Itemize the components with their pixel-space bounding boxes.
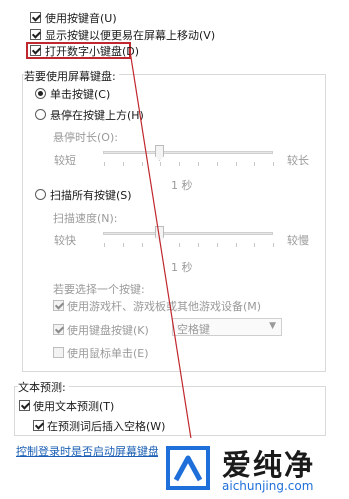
slider-tick [254,243,256,247]
key-sound-label: 使用按键音(U) [45,12,117,25]
hover-short-label: 较短 [54,154,76,167]
slider-tick [141,162,143,166]
slider-tick [179,243,181,247]
slider-tick [179,162,181,166]
slider-tick [273,243,275,247]
scan-speed-label: 扫描速度(N): [53,212,118,225]
hover-duration-slider[interactable] [103,151,273,154]
typing-mode-header: 若要使用屏幕键盘: [24,68,119,84]
slider-tick [160,162,162,166]
scan-keys-label: 扫描所有按键(S) [50,189,132,202]
slider-tick [160,243,162,247]
move-keys-label: 显示按键以便更易在屏幕上移动(V) [45,29,216,42]
select-key-label: 若要选择一个按键: [53,283,145,296]
insert-space-checkbox[interactable] [33,420,44,431]
slider-tick [122,243,124,247]
insert-space-label: 在预测词后插入空格(W) [47,420,166,433]
slider-tick [104,243,105,247]
hover-duration-label: 悬停时长(O): [53,131,118,144]
use-prediction-label: 使用文本预测(T) [33,400,115,413]
slider-tick [216,243,218,247]
keyboard-key-checkbox[interactable] [53,324,64,335]
slider-tick [235,162,237,166]
scan-fast-label: 较快 [54,234,76,247]
slider-tick [141,243,143,247]
mouse-click-label: 使用鼠标单击(E) [67,347,149,360]
slider-tick [254,162,256,166]
hover-value-label: 1 秒 [171,179,193,192]
brand-logo-icon [166,446,210,490]
joystick-checkbox[interactable] [53,300,64,311]
scan-speed-slider[interactable] [103,232,273,235]
watermark-brand: 爱纯净 [222,448,316,482]
slider-tick [216,162,218,166]
scan-value-label: 1 秒 [171,261,193,274]
login-startup-link[interactable]: 控制登录时是否启动屏幕键盘 [16,443,159,459]
joystick-label: 使用游戏杆、游戏板或其他游戏设备(M) [67,300,262,313]
scan-slow-label: 较慢 [287,234,309,247]
keyboard-key-select-value: 空格键 [177,323,210,336]
numpad-label: 打开数字小键盘(D) [45,45,140,58]
chevron-down-icon: ▼ [269,321,276,331]
slider-tick [104,162,105,166]
watermark-logo: 爱纯净 aichunjing.com [158,438,349,499]
watermark-url: aichunjing.com [222,479,314,493]
move-keys-checkbox[interactable] [30,29,41,40]
hover-keys-radio[interactable] [35,109,46,120]
keyboard-key-select[interactable]: 空格键 ▼ [172,318,282,336]
click-keys-label: 单击按键(C) [50,88,111,101]
use-prediction-checkbox[interactable] [19,400,30,411]
slider-tick [273,162,275,166]
keyboard-key-label: 使用键盘按键(K) [67,324,149,337]
key-sound-checkbox[interactable] [30,12,41,23]
text-prediction-header: 文本预测: [18,379,69,395]
slider-tick [198,243,199,247]
hover-long-label: 较长 [287,154,309,167]
mouse-click-checkbox[interactable] [53,347,64,358]
slider-tick [198,162,199,166]
slider-tick [122,162,124,166]
click-keys-radio[interactable] [35,88,46,99]
numpad-checkbox[interactable] [30,45,41,56]
hover-keys-label: 悬停在按键上方(H) [50,109,144,122]
scan-keys-radio[interactable] [35,189,46,200]
slider-tick [235,243,237,247]
